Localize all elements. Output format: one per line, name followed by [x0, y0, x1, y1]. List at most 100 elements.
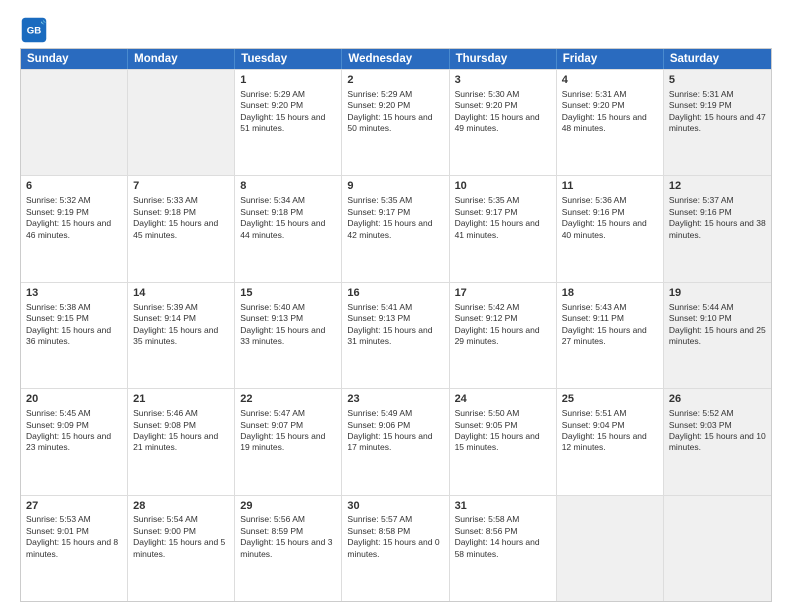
- day-number: 5: [669, 73, 766, 88]
- day-number: 3: [455, 73, 551, 88]
- day-info: Sunrise: 5:45 AM Sunset: 9:09 PM Dayligh…: [26, 408, 122, 454]
- day-info: Sunrise: 5:43 AM Sunset: 9:11 PM Dayligh…: [562, 302, 658, 348]
- day-info: Sunrise: 5:29 AM Sunset: 9:20 PM Dayligh…: [240, 89, 336, 135]
- cal-cell-day-25: 25Sunrise: 5:51 AM Sunset: 9:04 PM Dayli…: [557, 389, 664, 494]
- day-number: 18: [562, 286, 658, 301]
- day-number: 4: [562, 73, 658, 88]
- day-number: 29: [240, 499, 336, 514]
- day-info: Sunrise: 5:52 AM Sunset: 9:03 PM Dayligh…: [669, 408, 766, 454]
- cal-cell-empty: [664, 496, 771, 601]
- day-info: Sunrise: 5:35 AM Sunset: 9:17 PM Dayligh…: [347, 195, 443, 241]
- calendar: SundayMondayTuesdayWednesdayThursdayFrid…: [20, 48, 772, 602]
- day-info: Sunrise: 5:57 AM Sunset: 8:58 PM Dayligh…: [347, 514, 443, 560]
- cal-cell-day-12: 12Sunrise: 5:37 AM Sunset: 9:16 PM Dayli…: [664, 176, 771, 281]
- day-info: Sunrise: 5:51 AM Sunset: 9:04 PM Dayligh…: [562, 408, 658, 454]
- day-number: 28: [133, 499, 229, 514]
- day-info: Sunrise: 5:31 AM Sunset: 9:20 PM Dayligh…: [562, 89, 658, 135]
- day-number: 15: [240, 286, 336, 301]
- cal-cell-day-1: 1Sunrise: 5:29 AM Sunset: 9:20 PM Daylig…: [235, 70, 342, 175]
- day-info: Sunrise: 5:42 AM Sunset: 9:12 PM Dayligh…: [455, 302, 551, 348]
- day-info: Sunrise: 5:40 AM Sunset: 9:13 PM Dayligh…: [240, 302, 336, 348]
- day-number: 22: [240, 392, 336, 407]
- cal-cell-day-31: 31Sunrise: 5:58 AM Sunset: 8:56 PM Dayli…: [450, 496, 557, 601]
- day-info: Sunrise: 5:50 AM Sunset: 9:05 PM Dayligh…: [455, 408, 551, 454]
- day-number: 27: [26, 499, 122, 514]
- cal-cell-day-7: 7Sunrise: 5:33 AM Sunset: 9:18 PM Daylig…: [128, 176, 235, 281]
- cal-cell-day-21: 21Sunrise: 5:46 AM Sunset: 9:08 PM Dayli…: [128, 389, 235, 494]
- cal-cell-day-18: 18Sunrise: 5:43 AM Sunset: 9:11 PM Dayli…: [557, 283, 664, 388]
- cal-cell-day-29: 29Sunrise: 5:56 AM Sunset: 8:59 PM Dayli…: [235, 496, 342, 601]
- cal-cell-empty: [128, 70, 235, 175]
- cal-row-2: 13Sunrise: 5:38 AM Sunset: 9:15 PM Dayli…: [21, 282, 771, 388]
- day-info: Sunrise: 5:58 AM Sunset: 8:56 PM Dayligh…: [455, 514, 551, 560]
- cal-cell-day-30: 30Sunrise: 5:57 AM Sunset: 8:58 PM Dayli…: [342, 496, 449, 601]
- day-number: 19: [669, 286, 766, 301]
- cal-row-3: 20Sunrise: 5:45 AM Sunset: 9:09 PM Dayli…: [21, 388, 771, 494]
- cal-cell-day-5: 5Sunrise: 5:31 AM Sunset: 9:19 PM Daylig…: [664, 70, 771, 175]
- header-day-saturday: Saturday: [664, 49, 771, 69]
- day-info: Sunrise: 5:29 AM Sunset: 9:20 PM Dayligh…: [347, 89, 443, 135]
- cal-cell-day-23: 23Sunrise: 5:49 AM Sunset: 9:06 PM Dayli…: [342, 389, 449, 494]
- cal-cell-day-16: 16Sunrise: 5:41 AM Sunset: 9:13 PM Dayli…: [342, 283, 449, 388]
- cal-cell-day-10: 10Sunrise: 5:35 AM Sunset: 9:17 PM Dayli…: [450, 176, 557, 281]
- day-number: 23: [347, 392, 443, 407]
- day-number: 16: [347, 286, 443, 301]
- day-number: 12: [669, 179, 766, 194]
- day-info: Sunrise: 5:54 AM Sunset: 9:00 PM Dayligh…: [133, 514, 229, 560]
- cal-row-1: 6Sunrise: 5:32 AM Sunset: 9:19 PM Daylig…: [21, 175, 771, 281]
- svg-text:GB: GB: [27, 26, 41, 37]
- header-day-sunday: Sunday: [21, 49, 128, 69]
- day-info: Sunrise: 5:44 AM Sunset: 9:10 PM Dayligh…: [669, 302, 766, 348]
- day-info: Sunrise: 5:46 AM Sunset: 9:08 PM Dayligh…: [133, 408, 229, 454]
- day-info: Sunrise: 5:38 AM Sunset: 9:15 PM Dayligh…: [26, 302, 122, 348]
- day-number: 11: [562, 179, 658, 194]
- header-day-thursday: Thursday: [450, 49, 557, 69]
- cal-cell-day-8: 8Sunrise: 5:34 AM Sunset: 9:18 PM Daylig…: [235, 176, 342, 281]
- day-info: Sunrise: 5:39 AM Sunset: 9:14 PM Dayligh…: [133, 302, 229, 348]
- day-info: Sunrise: 5:34 AM Sunset: 9:18 PM Dayligh…: [240, 195, 336, 241]
- cal-cell-empty: [557, 496, 664, 601]
- day-info: Sunrise: 5:30 AM Sunset: 9:20 PM Dayligh…: [455, 89, 551, 135]
- day-number: 21: [133, 392, 229, 407]
- day-info: Sunrise: 5:36 AM Sunset: 9:16 PM Dayligh…: [562, 195, 658, 241]
- day-number: 14: [133, 286, 229, 301]
- logo-icon: GB: [20, 16, 48, 44]
- cal-cell-day-11: 11Sunrise: 5:36 AM Sunset: 9:16 PM Dayli…: [557, 176, 664, 281]
- day-number: 20: [26, 392, 122, 407]
- day-info: Sunrise: 5:53 AM Sunset: 9:01 PM Dayligh…: [26, 514, 122, 560]
- cal-cell-day-17: 17Sunrise: 5:42 AM Sunset: 9:12 PM Dayli…: [450, 283, 557, 388]
- cal-cell-day-28: 28Sunrise: 5:54 AM Sunset: 9:00 PM Dayli…: [128, 496, 235, 601]
- logo: GB: [20, 16, 52, 44]
- cal-cell-day-20: 20Sunrise: 5:45 AM Sunset: 9:09 PM Dayli…: [21, 389, 128, 494]
- day-number: 24: [455, 392, 551, 407]
- cal-cell-day-4: 4Sunrise: 5:31 AM Sunset: 9:20 PM Daylig…: [557, 70, 664, 175]
- cal-cell-day-14: 14Sunrise: 5:39 AM Sunset: 9:14 PM Dayli…: [128, 283, 235, 388]
- day-info: Sunrise: 5:35 AM Sunset: 9:17 PM Dayligh…: [455, 195, 551, 241]
- cal-cell-empty: [21, 70, 128, 175]
- header-day-friday: Friday: [557, 49, 664, 69]
- cal-cell-day-26: 26Sunrise: 5:52 AM Sunset: 9:03 PM Dayli…: [664, 389, 771, 494]
- calendar-header: SundayMondayTuesdayWednesdayThursdayFrid…: [21, 49, 771, 69]
- day-info: Sunrise: 5:56 AM Sunset: 8:59 PM Dayligh…: [240, 514, 336, 560]
- cal-cell-day-15: 15Sunrise: 5:40 AM Sunset: 9:13 PM Dayli…: [235, 283, 342, 388]
- cal-cell-day-22: 22Sunrise: 5:47 AM Sunset: 9:07 PM Dayli…: [235, 389, 342, 494]
- day-info: Sunrise: 5:33 AM Sunset: 9:18 PM Dayligh…: [133, 195, 229, 241]
- cal-cell-day-3: 3Sunrise: 5:30 AM Sunset: 9:20 PM Daylig…: [450, 70, 557, 175]
- day-number: 2: [347, 73, 443, 88]
- header-day-monday: Monday: [128, 49, 235, 69]
- day-number: 26: [669, 392, 766, 407]
- day-number: 8: [240, 179, 336, 194]
- cal-cell-day-6: 6Sunrise: 5:32 AM Sunset: 9:19 PM Daylig…: [21, 176, 128, 281]
- header-day-wednesday: Wednesday: [342, 49, 449, 69]
- day-number: 30: [347, 499, 443, 514]
- day-number: 31: [455, 499, 551, 514]
- day-number: 17: [455, 286, 551, 301]
- cal-cell-day-27: 27Sunrise: 5:53 AM Sunset: 9:01 PM Dayli…: [21, 496, 128, 601]
- cal-row-4: 27Sunrise: 5:53 AM Sunset: 9:01 PM Dayli…: [21, 495, 771, 601]
- day-info: Sunrise: 5:32 AM Sunset: 9:19 PM Dayligh…: [26, 195, 122, 241]
- calendar-body: 1Sunrise: 5:29 AM Sunset: 9:20 PM Daylig…: [21, 69, 771, 601]
- day-number: 9: [347, 179, 443, 194]
- cal-cell-day-2: 2Sunrise: 5:29 AM Sunset: 9:20 PM Daylig…: [342, 70, 449, 175]
- cal-row-0: 1Sunrise: 5:29 AM Sunset: 9:20 PM Daylig…: [21, 69, 771, 175]
- cal-cell-day-9: 9Sunrise: 5:35 AM Sunset: 9:17 PM Daylig…: [342, 176, 449, 281]
